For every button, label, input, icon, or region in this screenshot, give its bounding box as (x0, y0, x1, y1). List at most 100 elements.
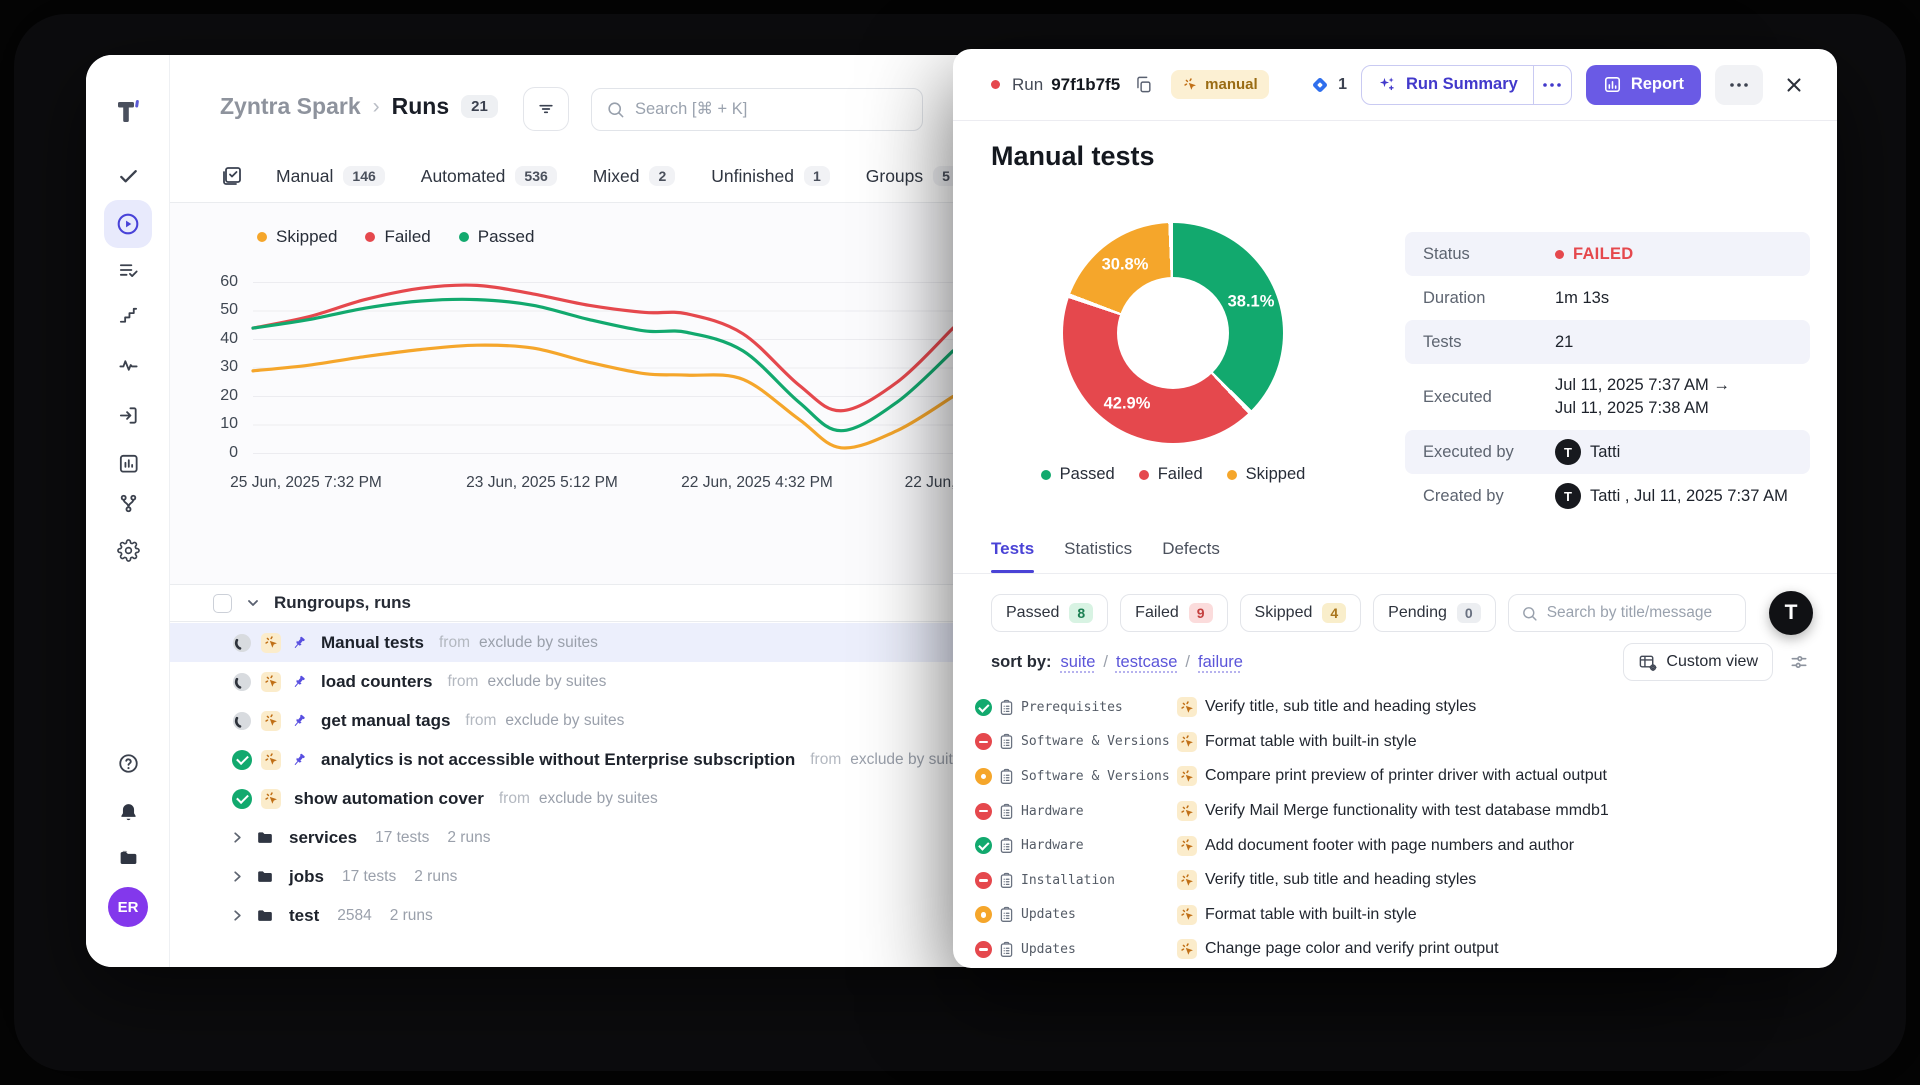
run-label: Run (1012, 75, 1043, 95)
tab-manual[interactable]: Manual146 (276, 166, 385, 187)
linked-epic[interactable]: 1 (1310, 75, 1347, 95)
sidebar-item-branch-icon[interactable] (116, 491, 140, 515)
run-title: show automation cover (294, 789, 484, 809)
app-logo-icon[interactable] (111, 95, 145, 129)
failed-status-icon (975, 941, 992, 958)
user-avatar[interactable]: ER (108, 887, 148, 927)
sort-link-suite[interactable]: suite (1061, 653, 1096, 672)
test-title: Format table with built-in style (1203, 906, 1837, 924)
chip-count-badge: 4 (1322, 603, 1346, 623)
detail-label: Status (1423, 245, 1555, 264)
chevron-right-icon (230, 830, 245, 845)
filter-chip-skipped[interactable]: Skipped4 (1240, 594, 1362, 632)
sidebar-help-icon[interactable] (116, 751, 140, 775)
executed-range: Jul 11, 2025 7:37 AM →Jul 11, 2025 7:38 … (1555, 374, 1730, 420)
test-row[interactable]: UpdatesFormat table with built-in style (975, 898, 1837, 933)
manual-test-icon (1177, 766, 1197, 786)
run-status-dot (991, 80, 1000, 89)
manual-run-icon (261, 750, 281, 770)
sidebar-notifications-bell-icon[interactable] (116, 800, 140, 824)
test-title: Verify title, sub title and heading styl… (1203, 871, 1837, 889)
legend-dot (459, 232, 469, 242)
sidebar-item-import-icon[interactable] (116, 403, 140, 427)
test-suite: Prerequisites (1021, 700, 1171, 715)
detail-value: 21 (1555, 331, 1573, 354)
sidebar-projects-folder-icon[interactable] (116, 846, 140, 870)
test-row[interactable]: HardwareAdd document footer with page nu… (975, 828, 1837, 863)
breadcrumb-workspace[interactable]: Zyntra Spark (220, 93, 361, 120)
chevron-down-icon[interactable] (245, 595, 261, 611)
legend-label: Failed (384, 227, 430, 247)
run-summary-button[interactable]: Run Summary (1361, 65, 1572, 105)
detail-label: Executed (1423, 388, 1555, 407)
sidebar-item-analytics-bar-chart-icon[interactable] (116, 451, 140, 475)
select-all-checkbox[interactable] (213, 594, 232, 613)
tests-search-input[interactable] (1547, 604, 1733, 622)
tests-list: Prerequisites Verify title, sub title and… (975, 690, 1837, 968)
tab-unfinished[interactable]: Unfinished1 (711, 166, 830, 187)
failed-status-icon (975, 733, 992, 750)
drawer-tabs: Tests Statistics Defects (991, 538, 1220, 560)
test-row[interactable]: Software & VersionsCompare print preview… (975, 759, 1837, 794)
filter-button[interactable] (523, 87, 569, 131)
status-value: FAILED (1573, 243, 1633, 266)
test-suite: Hardware (1021, 838, 1171, 853)
manual-test-icon (1177, 801, 1197, 821)
sort-separator: / (1185, 653, 1190, 672)
tab-groups[interactable]: Groups5 (866, 166, 959, 187)
sidebar-item-tests-check-icon[interactable] (116, 164, 140, 188)
folder-icon (255, 828, 275, 848)
legend-dot (1139, 470, 1149, 480)
task-list-icon[interactable] (220, 164, 244, 188)
test-row[interactable]: Software & VersionsFormat table with bui… (975, 725, 1837, 760)
filter-chip-pending[interactable]: Pending0 (1373, 594, 1496, 632)
drawer-tab-tests[interactable]: Tests (991, 538, 1034, 560)
filter-chip-failed[interactable]: Failed9 (1120, 594, 1227, 632)
sort-by-label: sort by: (991, 653, 1052, 672)
chip-count-badge: 9 (1189, 603, 1213, 623)
sort-link-failure[interactable]: failure (1198, 653, 1243, 672)
test-row[interactable]: UpdatesChange page color and verify prin… (975, 932, 1837, 967)
run-title: load counters (321, 672, 432, 692)
sidebar-item-settings-gear-icon[interactable] (116, 538, 140, 562)
detail-row-executed: ExecutedJul 11, 2025 7:37 AM →Jul 11, 20… (1405, 364, 1810, 430)
test-row[interactable]: InstallationVerify title, sub title and … (975, 863, 1837, 898)
run-type-badge: manual (1171, 70, 1269, 99)
sidebar-item-milestones-steps-icon[interactable] (116, 303, 140, 327)
drawer-tab-statistics[interactable]: Statistics (1064, 538, 1132, 560)
custom-view-button[interactable]: Custom view (1623, 643, 1773, 681)
tab-mixed[interactable]: Mixed2 (593, 166, 675, 187)
run-details-table: StatusFAILEDDuration1m 13sTests21Execute… (1405, 232, 1810, 518)
tab-label: Groups (866, 166, 923, 187)
more-actions-button[interactable] (1715, 65, 1763, 105)
sliders-icon[interactable] (1789, 652, 1809, 672)
sidebar-item-pulse-icon[interactable] (116, 353, 140, 377)
global-search[interactable] (591, 88, 923, 131)
run-source-label: exclude by suites (539, 790, 658, 808)
series-line-failed (253, 285, 953, 411)
tab-automated[interactable]: Automated536 (421, 166, 557, 187)
report-button[interactable]: Report (1586, 65, 1701, 105)
sort-link-testcase[interactable]: testcase (1116, 653, 1177, 672)
detail-label: Duration (1423, 289, 1555, 308)
sidebar-item-runs-active[interactable] (104, 200, 152, 248)
test-row[interactable]: HardwareVerify Mail Merge functionality … (975, 794, 1837, 829)
search-input[interactable] (635, 100, 908, 119)
legend-label: Failed (1158, 465, 1203, 484)
copy-icon[interactable] (1134, 75, 1153, 94)
run-summary-more-icon[interactable] (1533, 66, 1571, 104)
tests-search[interactable] (1508, 594, 1746, 632)
detail-row-duration: Duration1m 13s (1405, 276, 1810, 320)
x-tick: 25 Jun, 2025 7:32 PM (230, 474, 382, 492)
support-widget-button[interactable]: T (1769, 591, 1813, 635)
test-row[interactable]: PrerequisitesVerify title, sub title and… (975, 690, 1837, 725)
close-icon[interactable] (1779, 74, 1809, 96)
filter-chip-passed[interactable]: Passed8 (991, 594, 1108, 632)
skipped-status-icon (975, 906, 992, 923)
donut-label-failed: 42.9% (1104, 395, 1151, 414)
pin-icon (290, 634, 308, 652)
detail-value-text: Tatti , Jul 11, 2025 7:37 AM (1590, 485, 1788, 508)
run-from-label: from (499, 790, 530, 808)
drawer-tab-defects[interactable]: Defects (1162, 538, 1220, 560)
sidebar-item-plans-list-check-icon[interactable] (116, 258, 140, 282)
